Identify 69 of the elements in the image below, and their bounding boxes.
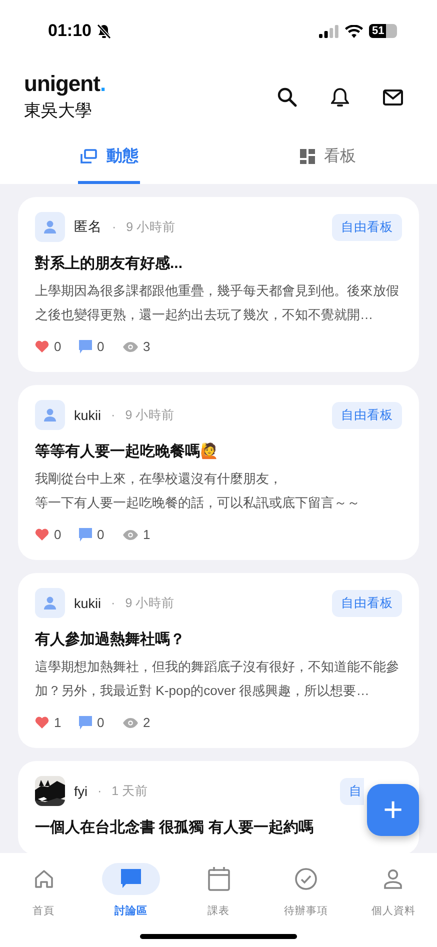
author-name: fyi bbox=[74, 784, 88, 798]
calendar-icon bbox=[208, 867, 230, 891]
eye-icon bbox=[123, 530, 138, 540]
post-time: 1 天前 bbox=[112, 782, 148, 800]
post-excerpt: 我剛從台中上來，在學校還沒有什麼朋友， bbox=[35, 470, 283, 488]
author-name: 匿名 bbox=[74, 218, 102, 236]
post-excerpt: 這學期想加熱舞社，但我的舞蹈底子沒有很好，不知道能不能參加？另外，我最近對 K-pop的cover 很感興趣，所以想要… bbox=[35, 658, 400, 700]
nav-tab[interactable]: 個人資料 bbox=[350, 863, 437, 918]
post-title[interactable]: 有人參加過熱舞社嗎？ bbox=[35, 630, 185, 649]
post-time: 9 小時前 bbox=[125, 406, 175, 424]
like-count: 0 bbox=[54, 527, 62, 542]
comment-icon[interactable] bbox=[79, 528, 92, 542]
battery-level: 51 bbox=[369, 24, 386, 38]
app-logo: unigent. bbox=[24, 72, 106, 96]
like-count: 1 bbox=[54, 715, 62, 730]
bell-slash-icon bbox=[97, 24, 112, 38]
board-tag[interactable]: 自 bbox=[340, 778, 364, 804]
view-count: 1 bbox=[143, 527, 150, 542]
post-title[interactable]: 等等有人要一起吃晚餐嗎🙋 bbox=[35, 442, 219, 461]
avatar-icon bbox=[35, 212, 65, 242]
signal-icon bbox=[319, 24, 339, 38]
avatar-icon bbox=[35, 588, 65, 618]
separator-dot: · bbox=[112, 220, 116, 234]
separator-dot: · bbox=[98, 784, 102, 798]
separator-dot: · bbox=[111, 408, 116, 422]
like-count: 0 bbox=[54, 339, 62, 354]
person-icon bbox=[383, 869, 404, 889]
nav-tab[interactable]: 首頁 bbox=[0, 863, 88, 918]
nav-tab[interactable]: 待辦事項 bbox=[262, 863, 350, 918]
bell-icon[interactable] bbox=[331, 86, 349, 108]
heart-icon[interactable] bbox=[35, 716, 49, 729]
post-time: 9 小時前 bbox=[125, 594, 175, 612]
board-tag[interactable]: 自由看板 bbox=[332, 214, 402, 240]
grid-icon bbox=[300, 149, 315, 164]
board-tag[interactable]: 自由看板 bbox=[332, 402, 402, 428]
heart-icon[interactable] bbox=[35, 528, 49, 541]
comment-icon[interactable] bbox=[79, 340, 92, 354]
nav-tab[interactable]: 討論區 bbox=[87, 863, 175, 918]
comment-count: 0 bbox=[97, 715, 104, 730]
author-name: kukii bbox=[74, 596, 102, 610]
post-excerpt: 等一下有人要一起吃晚餐的話，可以私訊或底下留言～～ bbox=[35, 494, 361, 512]
comment-icon[interactable] bbox=[79, 716, 92, 730]
eye-icon bbox=[123, 718, 138, 728]
cards-icon bbox=[80, 149, 98, 164]
view-count: 3 bbox=[143, 339, 150, 354]
avatar-icon bbox=[35, 400, 65, 430]
post-excerpt: 上學期因為很多課都跟他重疊，幾乎每天都會見到他。後來放假之後也變得更熟，還一起約出去玩了幾次，不知不覺就開… bbox=[35, 282, 400, 324]
post-title[interactable]: 對系上的朋友有好感... bbox=[35, 254, 183, 273]
view-count: 2 bbox=[143, 715, 150, 730]
heart-icon[interactable] bbox=[35, 340, 49, 353]
comment-count: 0 bbox=[97, 339, 104, 354]
chat-icon bbox=[121, 869, 142, 889]
nav-tab[interactable]: 課表 bbox=[174, 863, 262, 918]
post-title[interactable]: 一個人在台北念書 很孤獨 有人要一起約嗎 bbox=[35, 818, 314, 837]
post-time: 9 小時前 bbox=[126, 218, 176, 236]
author-name: kukii bbox=[74, 408, 102, 422]
search-icon[interactable] bbox=[277, 87, 297, 107]
feed-tab[interactable]: 看板 bbox=[298, 132, 358, 184]
home-icon bbox=[34, 869, 54, 889]
board-tag[interactable]: 自由看板 bbox=[332, 590, 402, 616]
eye-icon bbox=[123, 342, 138, 352]
separator-dot: · bbox=[111, 596, 116, 610]
school-name: 東吳大學 bbox=[24, 100, 92, 122]
add-post-button[interactable]: + bbox=[367, 784, 419, 836]
comment-count: 0 bbox=[97, 527, 104, 542]
wifi-icon bbox=[345, 24, 363, 38]
mail-icon[interactable] bbox=[383, 88, 403, 106]
clock-time: 01:10 bbox=[48, 21, 92, 41]
check-circle-icon bbox=[294, 868, 317, 890]
